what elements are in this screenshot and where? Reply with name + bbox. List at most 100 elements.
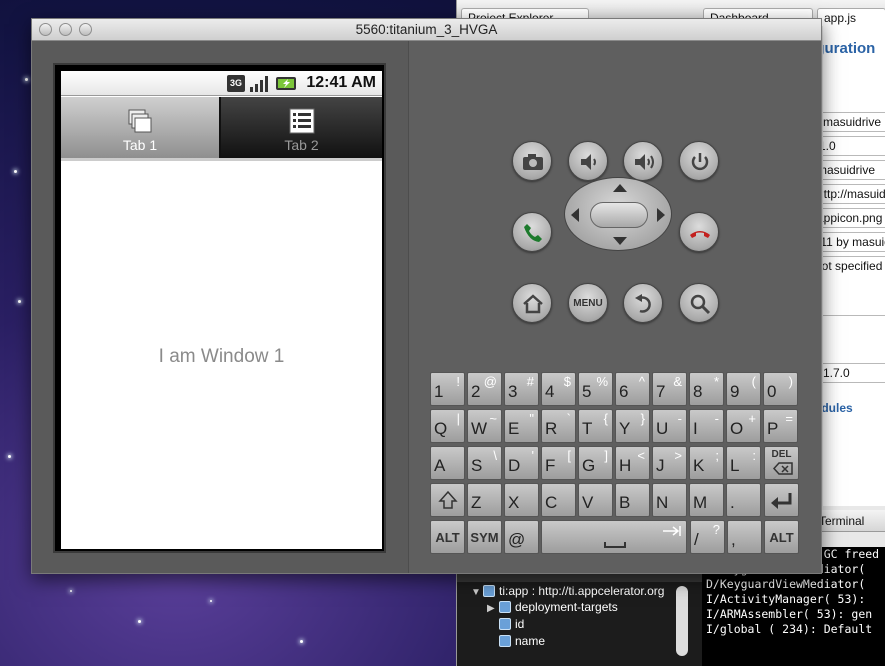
home-icon [523,294,543,314]
slash-key[interactable]: / ? [690,520,725,554]
key-j[interactable]: J > [652,446,687,480]
alt-left-key-label: ALT [435,530,460,545]
key-m[interactable]: M [689,483,724,517]
key-2[interactable]: 2 @ [467,372,502,406]
key-w[interactable]: W ~ [467,409,502,443]
key-label: C [545,493,558,512]
at-key[interactable]: @ [504,520,539,554]
key-7[interactable]: 7 & [652,372,687,406]
key-r[interactable]: R ` [541,409,576,443]
window-titlebar[interactable]: 5560:titanium_3_HVGA [32,19,821,41]
key-u[interactable]: U- [652,409,687,443]
key-6[interactable]: 6 ^ [615,372,650,406]
space-key[interactable] [541,520,687,554]
key-alt-label: % [596,374,608,389]
copyright-field[interactable]: 2011 by masuidrive [823,232,885,252]
tree-node[interactable]: ▼ ti:app : http://ti.appcelerator.org [471,584,664,598]
sdk-version-field[interactable]: 1.7.0 [823,363,885,383]
key-period[interactable]: . [726,483,761,517]
key-e[interactable]: E " [504,409,539,443]
key-9[interactable]: 9( [726,372,761,406]
back-button[interactable] [623,283,663,323]
key-c[interactable]: C [541,483,576,517]
collapsed-triangle-icon[interactable]: ▶ [487,603,499,614]
publisher-field[interactable]: masuidrive [823,160,885,180]
camera-button[interactable] [512,141,552,181]
key-a[interactable]: A [430,446,465,480]
dpad-up-icon[interactable] [613,184,627,192]
app-id-field[interactable]: com.masuidrive [823,112,885,132]
back-icon [635,294,651,313]
version-field[interactable]: 1.0 [823,136,885,156]
key-x[interactable]: X [504,483,539,517]
volume-down-button[interactable] [568,141,608,181]
key-z[interactable]: Z [467,483,502,517]
expanded-triangle-icon[interactable]: ▼ [471,587,483,598]
tab-terminal[interactable]: Terminal [819,514,864,528]
key-5[interactable]: 5% [578,372,613,406]
tab-2[interactable]: Tab 2 [221,97,382,158]
key-d[interactable]: D ' [504,446,539,480]
key-label: U [656,419,669,438]
key-4[interactable]: 4 $ [541,372,576,406]
key-y[interactable]: Y} [615,409,650,443]
outline-tree: ▼ ti:app : http://ti.appcelerator.org ▶ de… [457,582,702,666]
key-1[interactable]: 1! [430,372,465,406]
end-call-button[interactable] [679,212,719,252]
shift-key[interactable] [430,483,465,517]
key-g[interactable]: G] [578,446,613,480]
modules-link[interactable]: Modules [823,401,853,415]
comma-key[interactable]: , [727,520,762,554]
emulator-screen-panel: 3G 12:41 AM Tab 1 Tab 2 I am Window 1 [32,41,408,573]
key-b[interactable]: B [615,483,650,517]
key-h[interactable]: H < [615,446,650,480]
tree-node[interactable]: name [499,634,545,648]
description-field[interactable]: not specified [823,256,885,316]
dpad-left-icon[interactable] [571,208,579,222]
sym-key[interactable]: SYM [467,520,502,554]
alt-right-key[interactable]: ALT [764,520,799,554]
power-button[interactable] [679,141,719,181]
key-n[interactable]: N [652,483,687,517]
search-button[interactable] [679,283,719,323]
dpad-right-icon[interactable] [657,208,665,222]
key-v[interactable]: V [578,483,613,517]
device-screen[interactable]: 3G 12:41 AM Tab 1 Tab 2 I am Window 1 [61,71,382,549]
outline-scrollbar[interactable] [676,586,688,656]
key-k[interactable]: K; [689,446,724,480]
volume-up-button[interactable] [623,141,663,181]
menu-button[interactable]: MENU [568,283,608,323]
key-l[interactable]: L: [726,446,761,480]
icon-field[interactable]: appicon.png [823,208,885,228]
key-t[interactable]: T{ [578,409,613,443]
alt-right-key-label: ALT [769,530,794,545]
tab-1[interactable]: Tab 1 [61,97,219,158]
tab-app-js[interactable]: app.js [817,8,885,26]
key-alt-label: - [677,411,682,426]
key-3[interactable]: 3 # [504,372,539,406]
dpad-center-button[interactable] [590,202,648,228]
url-field[interactable]: http://masuidrive [823,184,885,204]
key-f[interactable]: F[ [541,446,576,480]
tree-node[interactable]: ▶ deployment-targets [487,600,618,614]
key-p[interactable]: P = [763,409,798,443]
element-icon [483,585,495,597]
status-bar: 3G 12:41 AM [61,71,382,96]
alt-left-key[interactable]: ALT [430,520,465,554]
delete-key[interactable]: DEL [764,446,799,480]
battery-charging-icon [276,77,296,90]
home-button[interactable] [512,283,552,323]
key-o[interactable]: O + [726,409,761,443]
dpad[interactable] [564,177,672,251]
key-i[interactable]: I- [689,409,724,443]
key-label: I [693,419,698,438]
key-0[interactable]: 0) [763,372,798,406]
key-s[interactable]: S \ [467,446,502,480]
enter-key[interactable] [764,483,799,517]
call-button[interactable] [512,212,552,252]
key-alt-label: ^ [638,374,645,389]
key-8[interactable]: 8 * [689,372,724,406]
tree-node[interactable]: id [499,617,524,631]
dpad-down-icon[interactable] [613,237,627,245]
key-q[interactable]: Q | [430,409,465,443]
